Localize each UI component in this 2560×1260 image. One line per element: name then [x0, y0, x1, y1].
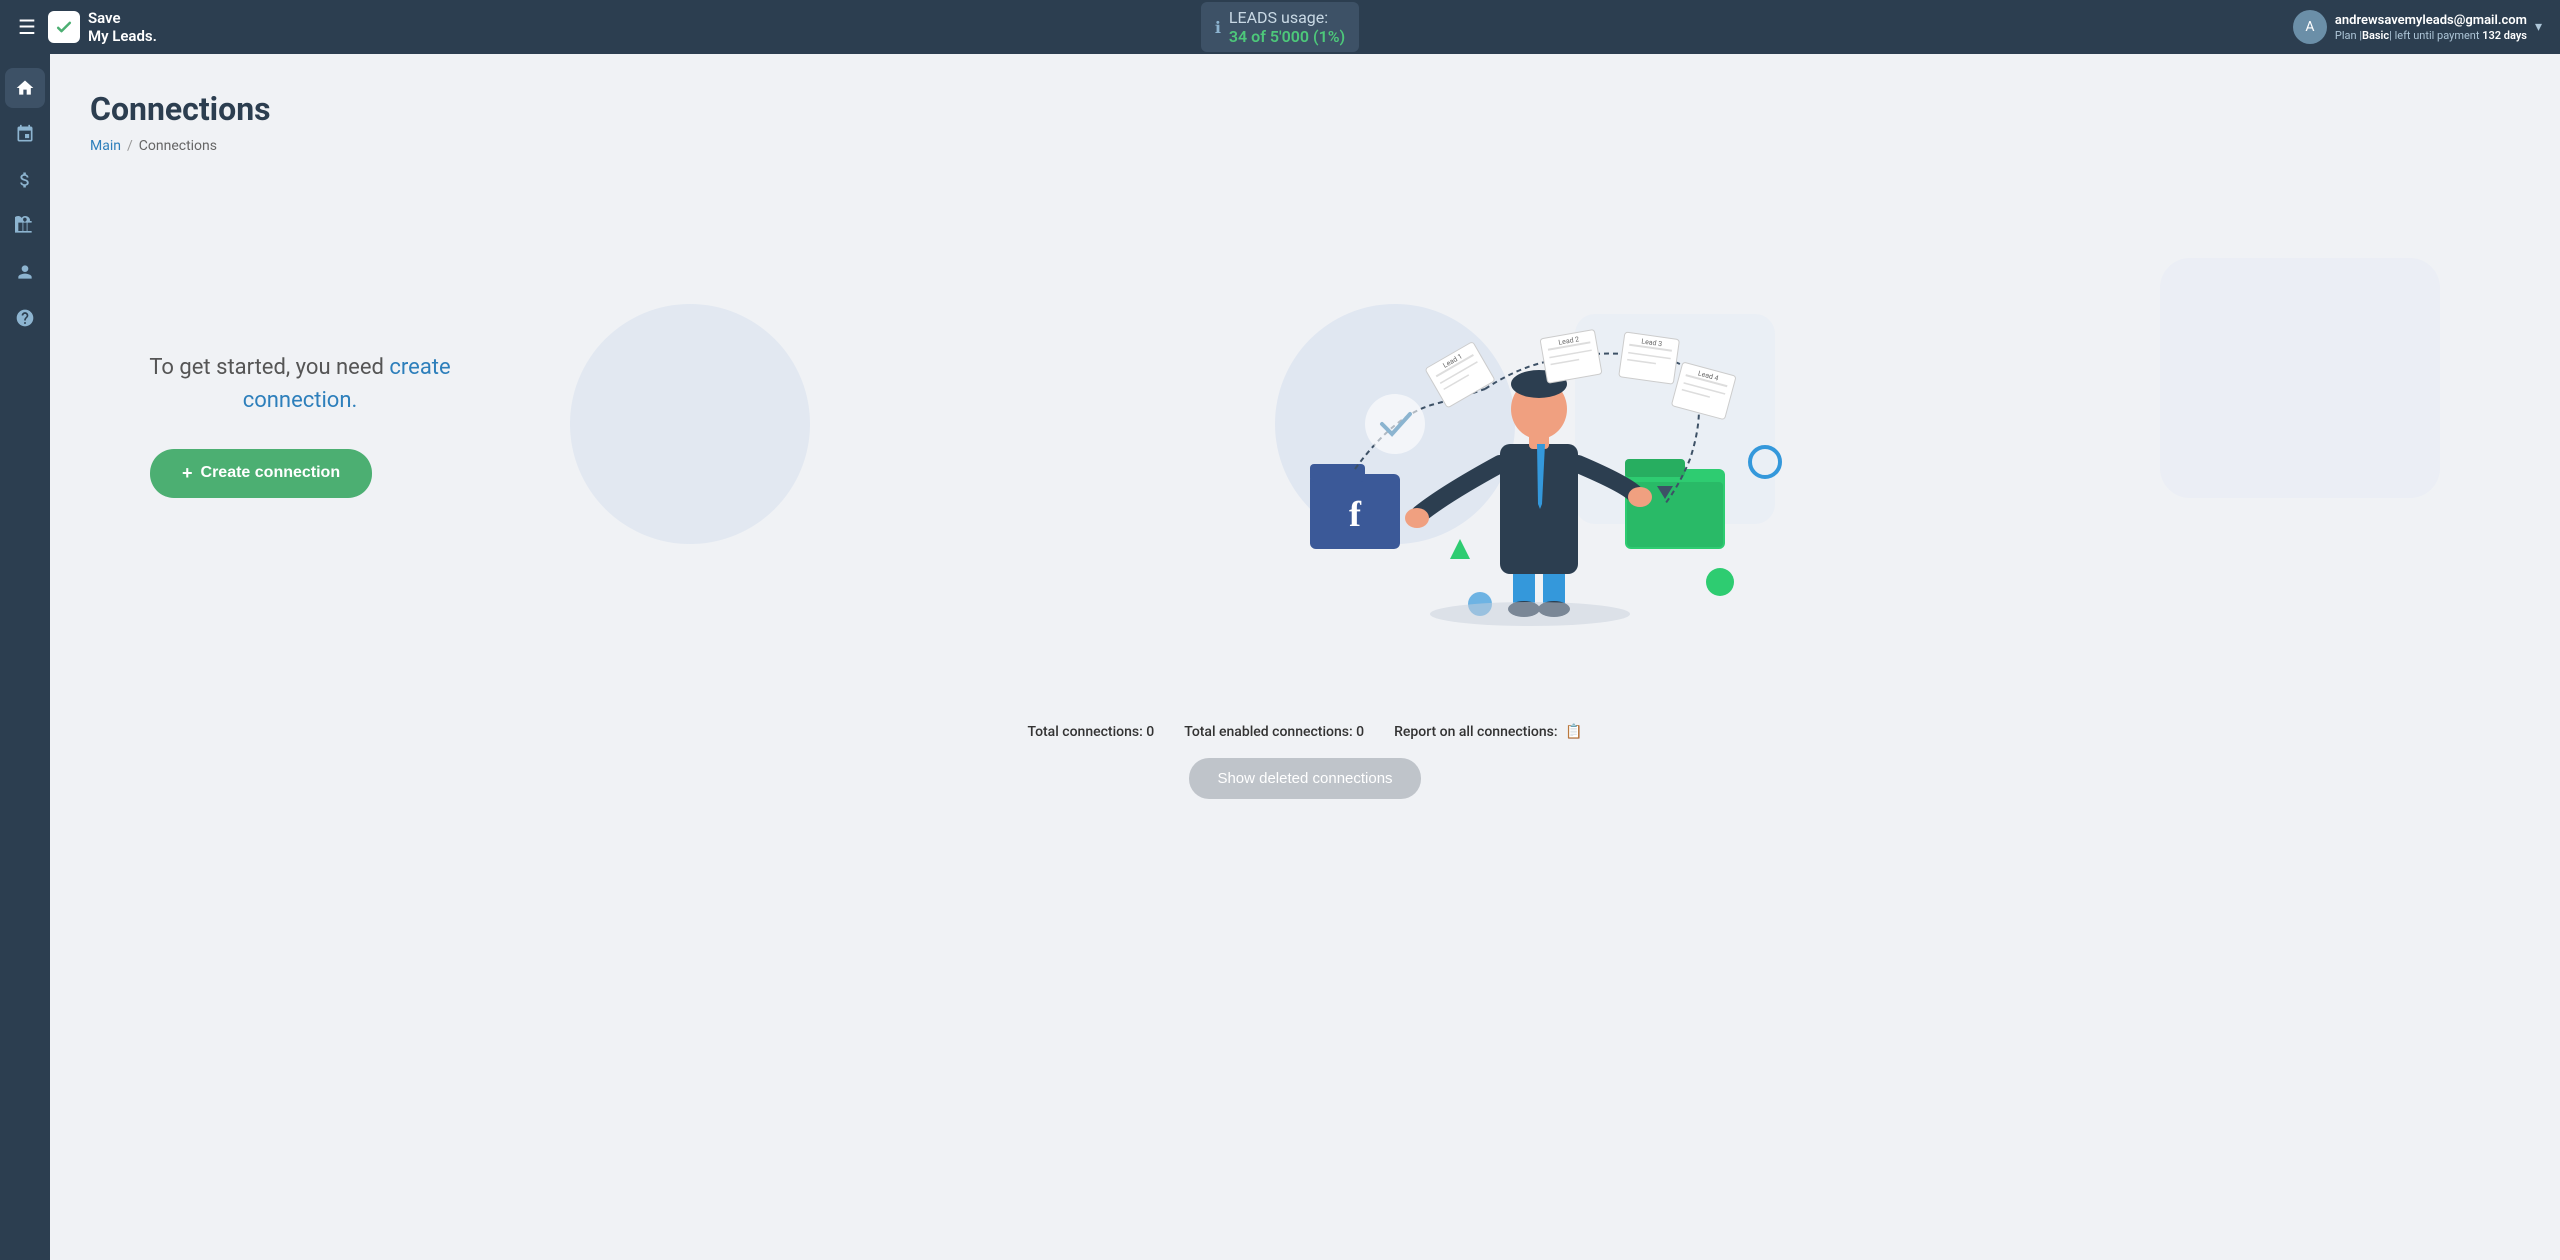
- footer-stats: Total connections: 0 Total enabled conne…: [90, 724, 2520, 799]
- total-enabled-connections: Total enabled connections: 0: [1184, 724, 1364, 740]
- bg-circle-left: [570, 304, 810, 544]
- info-icon: ℹ: [1215, 18, 1221, 37]
- report-label: Report on all connections: 📋: [1394, 724, 1582, 740]
- hero-tagline-text: To get started, you need: [149, 355, 389, 380]
- user-info: andrewsavemyleads@gmail.com Plan |Basic|…: [2335, 13, 2527, 42]
- logo: SaveMy Leads.: [48, 9, 157, 45]
- leads-usage-count: 34 of 5'000 (1%): [1229, 27, 1345, 46]
- svg-text:f: f: [1349, 494, 1362, 534]
- illustration-svg: f: [1235, 214, 1795, 634]
- sidebar-item-connections[interactable]: [5, 114, 45, 154]
- create-connection-button[interactable]: + Create connection: [150, 449, 372, 498]
- main-content: Connections Main / Connections To get st…: [50, 54, 2560, 1260]
- user-plan: Plan |Basic| left until payment 132 days: [2335, 29, 2527, 42]
- breadcrumb-current: Connections: [139, 138, 217, 154]
- leads-usage-title: LEADS usage:: [1229, 8, 1328, 27]
- sidebar-item-billing[interactable]: [5, 160, 45, 200]
- show-deleted-connections-button[interactable]: Show deleted connections: [1189, 758, 1420, 799]
- hero-illustration: f: [510, 194, 2520, 654]
- hero-tagline: To get started, you need create connecti…: [90, 351, 510, 417]
- sidebar-item-help[interactable]: [5, 298, 45, 338]
- logo-text: SaveMy Leads.: [88, 9, 157, 45]
- sidebar: [0, 54, 50, 1260]
- breadcrumb-separator: /: [127, 138, 133, 154]
- total-connections: Total connections: 0: [1028, 724, 1155, 740]
- page-title: Connections: [90, 90, 2520, 128]
- layout: Connections Main / Connections To get st…: [0, 54, 2560, 1260]
- report-icon[interactable]: 📋: [1565, 724, 1582, 740]
- breadcrumb-main[interactable]: Main: [90, 138, 121, 154]
- plan-name: Basic: [2362, 29, 2389, 42]
- leads-usage-widget[interactable]: ℹ LEADS usage: 34 of 5'000 (1%): [1201, 2, 1359, 52]
- bg-circle-right: [2160, 258, 2440, 498]
- sidebar-item-templates[interactable]: [5, 206, 45, 246]
- hero-area: To get started, you need create connecti…: [90, 184, 2520, 664]
- plan-days: 132 days: [2482, 29, 2527, 42]
- logo-icon: [48, 11, 80, 43]
- sidebar-item-profile[interactable]: [5, 252, 45, 292]
- user-email: andrewsavemyleads@gmail.com: [2335, 13, 2527, 28]
- top-navigation: ☰ SaveMy Leads. ℹ LEADS usage: 34 of 5'0…: [0, 0, 2560, 54]
- stats-row: Total connections: 0 Total enabled conne…: [1028, 724, 1583, 740]
- avatar: A: [2293, 10, 2327, 44]
- chevron-down-icon[interactable]: ▾: [2535, 19, 2542, 35]
- plus-icon: +: [182, 463, 193, 484]
- breadcrumb: Main / Connections: [90, 138, 2520, 154]
- hero-left: To get started, you need create connecti…: [90, 311, 510, 538]
- hamburger-icon[interactable]: ☰: [18, 15, 36, 39]
- create-connection-label: Create connection: [201, 464, 341, 482]
- sidebar-item-home[interactable]: [5, 68, 45, 108]
